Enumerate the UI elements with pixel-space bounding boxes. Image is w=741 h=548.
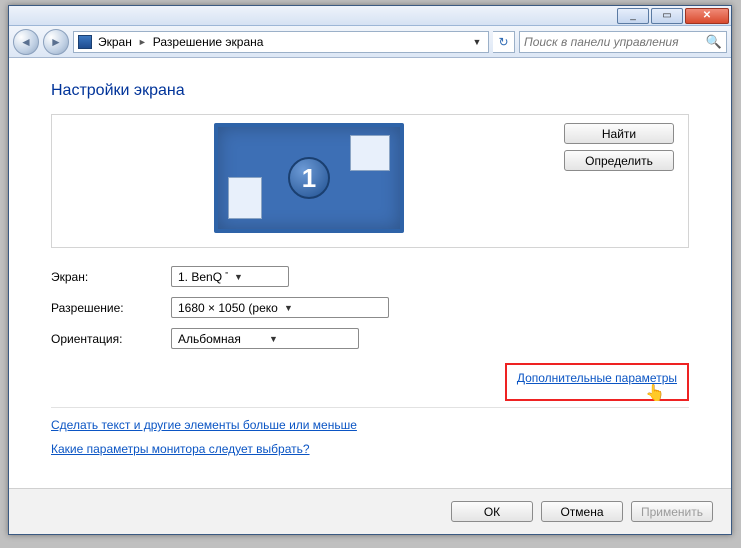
advanced-link-highlight: Дополнительные параметры 👆 bbox=[505, 363, 689, 401]
orientation-value: Альбомная bbox=[178, 332, 263, 346]
content-area: Настройки экрана 1 Найти Определить Экра… bbox=[9, 58, 731, 488]
minimize-button[interactable]: _ bbox=[617, 8, 649, 24]
monitor-number-badge: 1 bbox=[288, 157, 330, 199]
preview-window-icon bbox=[350, 135, 390, 171]
page-title: Настройки экрана bbox=[51, 82, 689, 100]
resolution-value: 1680 × 1050 (рекомендуется) bbox=[178, 301, 278, 315]
search-input[interactable] bbox=[524, 35, 702, 49]
chevron-down-icon: ▼ bbox=[278, 303, 384, 313]
navigation-bar: ◄ ► Экран ► Разрешение экрана ▼ ↻ 🔍 bbox=[9, 26, 731, 58]
breadcrumb-display[interactable]: Экран bbox=[98, 35, 132, 49]
close-button[interactable]: ✕ bbox=[685, 8, 729, 24]
resolution-label: Разрешение: bbox=[51, 301, 171, 315]
apply-button[interactable]: Применить bbox=[631, 501, 713, 522]
search-box[interactable]: 🔍 bbox=[519, 31, 727, 53]
help-link[interactable]: Какие параметры монитора следует выбрать… bbox=[51, 442, 689, 456]
dialog-footer: ОК Отмена Применить bbox=[9, 488, 731, 534]
orientation-dropdown[interactable]: Альбомная ▼ bbox=[171, 328, 359, 349]
chevron-down-icon: ▼ bbox=[263, 334, 354, 344]
ok-button[interactable]: ОК bbox=[451, 501, 533, 522]
orientation-label: Ориентация: bbox=[51, 332, 171, 346]
cancel-button[interactable]: Отмена bbox=[541, 501, 623, 522]
chevron-down-icon: ▼ bbox=[228, 272, 284, 282]
display-icon bbox=[78, 35, 92, 49]
address-dropdown-icon[interactable]: ▼ bbox=[470, 37, 484, 47]
address-bar[interactable]: Экран ► Разрешение экрана ▼ bbox=[73, 31, 489, 53]
help-links: Сделать текст и другие элементы больше и… bbox=[51, 418, 689, 456]
refresh-button[interactable]: ↻ bbox=[493, 31, 515, 53]
text-size-link[interactable]: Сделать текст и другие элементы больше и… bbox=[51, 418, 689, 432]
forward-button[interactable]: ► bbox=[43, 29, 69, 55]
breadcrumb-resolution[interactable]: Разрешение экрана bbox=[153, 35, 264, 49]
titlebar: _ ▭ ✕ bbox=[9, 6, 731, 26]
display-preview-frame: 1 Найти Определить bbox=[51, 114, 689, 248]
display-dropdown[interactable]: 1. BenQ T221WA ▼ bbox=[171, 266, 289, 287]
back-button[interactable]: ◄ bbox=[13, 29, 39, 55]
display-label: Экран: bbox=[51, 270, 171, 284]
divider bbox=[51, 407, 689, 408]
preview-window-icon bbox=[228, 177, 262, 219]
preview-buttons: Найти Определить bbox=[564, 123, 674, 171]
identify-button[interactable]: Определить bbox=[564, 150, 674, 171]
search-icon: 🔍 bbox=[706, 34, 722, 50]
chevron-right-icon: ► bbox=[138, 37, 147, 47]
monitor-1[interactable]: 1 bbox=[214, 123, 404, 233]
find-button[interactable]: Найти bbox=[564, 123, 674, 144]
display-value: 1. BenQ T221WA bbox=[178, 270, 228, 284]
control-panel-window: _ ▭ ✕ ◄ ► Экран ► Разрешение экрана ▼ ↻ … bbox=[8, 5, 732, 535]
monitor-preview-area: 1 bbox=[66, 123, 552, 233]
maximize-button[interactable]: ▭ bbox=[651, 8, 683, 24]
hand-cursor-icon: 👆 bbox=[645, 383, 665, 403]
advanced-settings-link[interactable]: Дополнительные параметры bbox=[517, 371, 677, 385]
resolution-dropdown[interactable]: 1680 × 1050 (рекомендуется) ▼ bbox=[171, 297, 389, 318]
